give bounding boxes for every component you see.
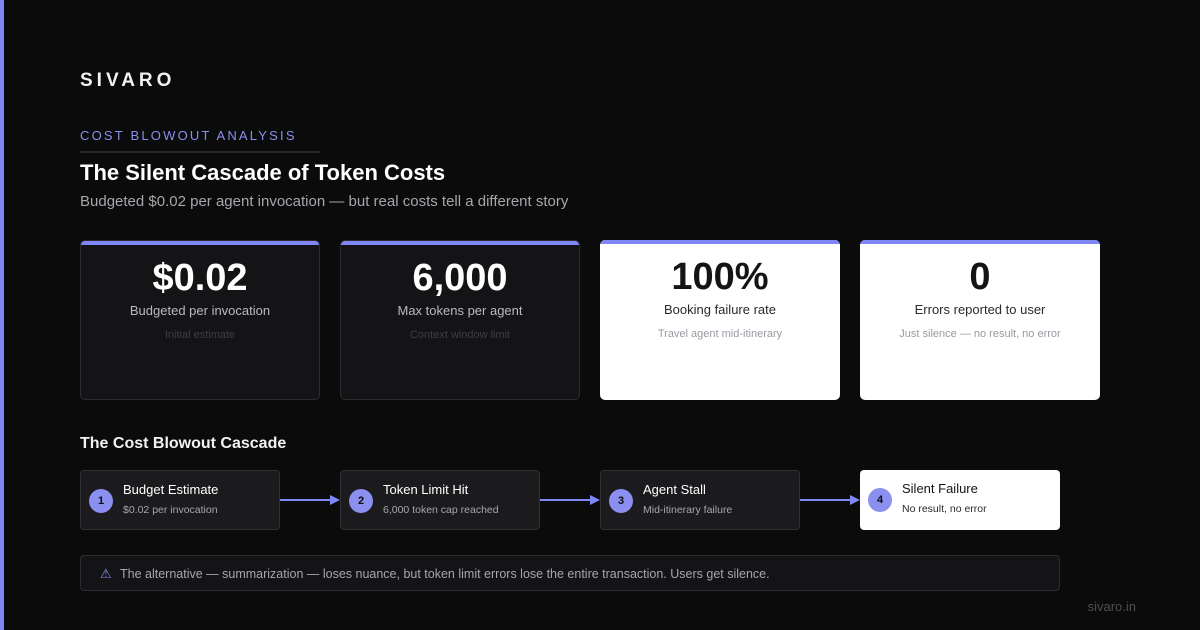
step-title: Silent Failure <box>902 481 978 496</box>
step-number-badge: 3 <box>609 489 633 513</box>
stat-cards: $0.02 Budgeted per invocation Initial es… <box>80 240 1120 400</box>
step-subtitle: Mid-itinerary failure <box>643 504 733 516</box>
stat-label: Budgeted per invocation <box>129 303 271 318</box>
arrow-right-icon <box>540 495 600 505</box>
stat-card-accent <box>600 240 840 244</box>
left-accent-bar <box>0 0 4 630</box>
step-number-badge: 1 <box>89 489 113 513</box>
stat-value: 6,000 <box>412 257 508 299</box>
step-title: Agent Stall <box>643 482 706 497</box>
cascade-flow: 1 Budget Estimate $0.02 per invocation 2… <box>80 470 1060 530</box>
stat-value: $0.02 <box>152 257 248 299</box>
step-title: Token Limit Hit <box>383 482 469 497</box>
stat-note: Just silence — no result, no error <box>899 328 1061 340</box>
stat-value: 0 <box>969 256 991 298</box>
stat-card-errors-reported: 0 Errors reported to user Just silence —… <box>860 240 1100 400</box>
stat-card-budget: $0.02 Budgeted per invocation Initial es… <box>80 240 320 400</box>
stat-note: Travel agent mid-itinerary <box>657 328 783 340</box>
step-number-badge: 4 <box>868 488 892 512</box>
step-number-badge: 2 <box>349 489 373 513</box>
stat-label: Max tokens per agent <box>397 303 523 318</box>
stat-value: 100% <box>671 256 769 298</box>
stat-card-accent <box>81 241 319 245</box>
cascade-step-budget-estimate: 1 Budget Estimate $0.02 per invocation <box>80 470 280 530</box>
stat-note: Initial estimate <box>164 329 236 341</box>
step-subtitle: 6,000 token cap reached <box>383 504 499 516</box>
stat-card-failure-rate: 100% Booking failure rate Travel agent m… <box>600 240 840 400</box>
stat-card-accent <box>860 240 1100 244</box>
step-subtitle: No result, no error <box>902 503 987 515</box>
cascade-step-token-limit: 2 Token Limit Hit 6,000 token cap reache… <box>340 470 540 530</box>
footer-domain: sivaro.in <box>1087 599 1136 614</box>
cascade-step-agent-stall: 3 Agent Stall Mid-itinerary failure <box>600 470 800 530</box>
stat-label: Errors reported to user <box>914 302 1046 317</box>
arrow-right-icon <box>280 495 340 505</box>
stat-note: Context window limit <box>409 329 511 341</box>
eyebrow-divider <box>80 151 320 153</box>
stat-label: Booking failure rate <box>663 302 776 317</box>
cascade-step-silent-failure: 4 Silent Failure No result, no error <box>860 470 1060 530</box>
arrow-right-icon <box>800 495 860 505</box>
step-title: Budget Estimate <box>123 482 219 497</box>
warning-icon: ⚠ <box>100 566 112 581</box>
step-subtitle: $0.02 per invocation <box>123 504 218 516</box>
warning-callout: ⚠ The alternative — summarization — lose… <box>80 555 1060 591</box>
cascade-title: The Cost Blowout Cascade <box>80 435 287 452</box>
callout-text: The alternative — summarization — loses … <box>120 567 770 581</box>
page-subtitle: Budgeted $0.02 per agent invocation — bu… <box>80 193 569 210</box>
page-title: The Silent Cascade of Token Costs <box>80 160 446 185</box>
section-eyebrow: COST BLOWOUT ANALYSIS <box>80 128 297 143</box>
stat-card-accent <box>341 241 579 245</box>
stat-card-max-tokens: 6,000 Max tokens per agent Context windo… <box>340 240 580 400</box>
brand-logo: SIVARO <box>80 70 176 91</box>
